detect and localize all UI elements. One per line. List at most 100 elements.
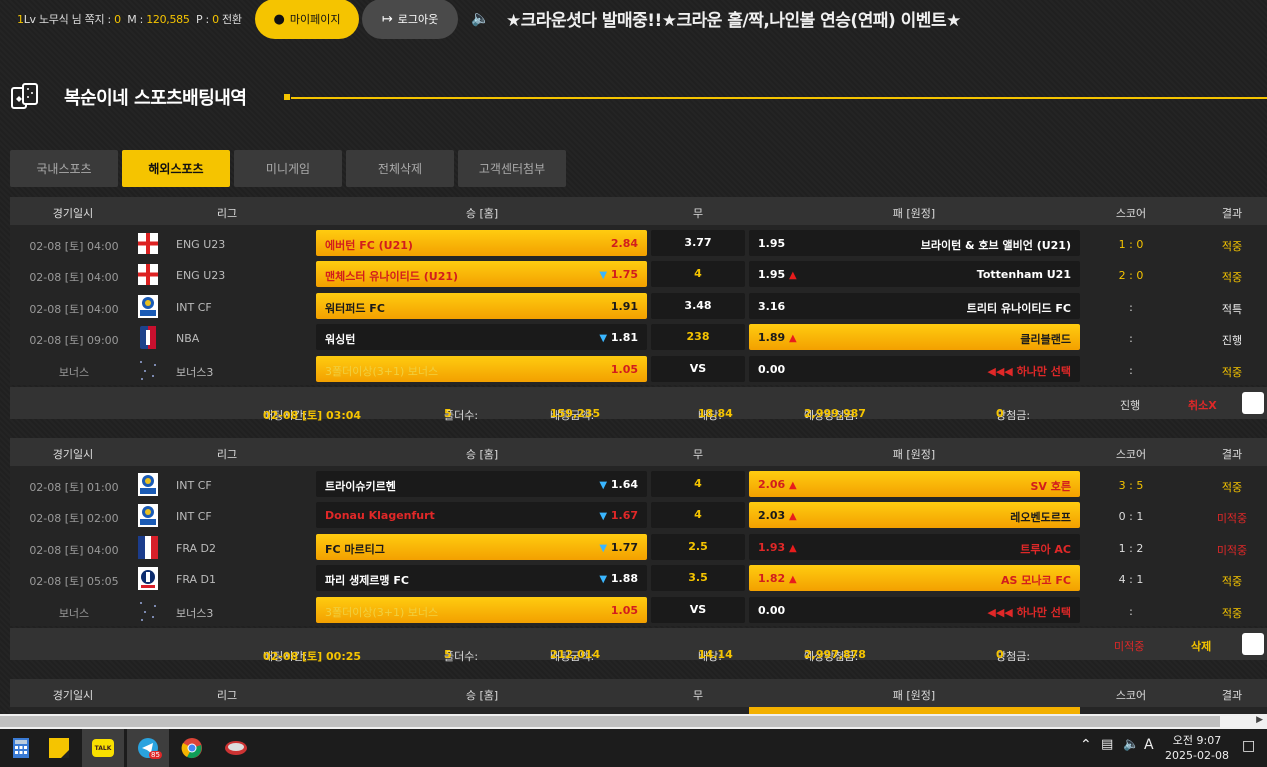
delete-all-button[interactable]: 전체삭제	[346, 150, 454, 187]
home-team: 맨체스터 유나이티드 (U21)	[325, 270, 459, 284]
league-name: INT CF	[176, 479, 212, 492]
away-odds-cell[interactable]: 1.95 ▲ Tottenham U21	[749, 261, 1080, 288]
header-draw: 무	[692, 207, 704, 220]
table-header: 경기일시 리그 승 [홈] 무 패 [원정] 스코어 결과	[10, 438, 1267, 466]
note-count[interactable]: 0	[114, 13, 121, 26]
away-odds-cell[interactable]: 2.06 ▲ SV 호른	[749, 471, 1080, 497]
header-score: 스코어	[1115, 689, 1147, 702]
ime-indicator[interactable]: A	[1144, 737, 1154, 753]
draw-odds-cell[interactable]: 2.5	[651, 533, 745, 560]
clock-time: 오전 9:07	[1172, 734, 1222, 747]
draw-odds-cell[interactable]: 4	[651, 261, 745, 288]
taskbar: TALK 85 ⌃ ▤ 🔈 A 오전 9:07 2025-02-08 □	[0, 729, 1267, 767]
bet-slip-2: 경기일시 리그 승 [홈] 무 패 [원정] 스코어 결과 02-08 [토] …	[10, 438, 1267, 663]
tab-overseas-sports[interactable]: 해외스포츠	[122, 150, 230, 187]
delete-button[interactable]: 삭제	[1191, 638, 1211, 654]
away-odds: 1.95	[758, 268, 786, 282]
tab-mini-game[interactable]: 미니게임	[234, 150, 342, 187]
draw-odds-cell[interactable]: 3.5	[651, 565, 745, 592]
away-odds-cell[interactable]: 3.16 트리티 유나이티드 FC	[749, 292, 1080, 319]
app-icon[interactable]	[215, 729, 257, 767]
home-team: 에버턴 FC (U21)	[325, 239, 413, 252]
table-header: 경기일시 리그 승 [홈] 무 패 [원정] 스코어 결과	[10, 679, 1267, 707]
bet-rows: 02-08 [토] 04:00 ENG U23 에버턴 FC (U21) 2.84…	[10, 225, 1267, 385]
draw-odds-cell[interactable]: 3.48	[651, 292, 745, 319]
title-marker	[284, 94, 290, 100]
table-row: 02-08 [토] 05:05 FRA D1 파리 생제르맹 FC ▼ 1.88 …	[10, 563, 1267, 594]
odds-up-icon: ▲	[788, 511, 797, 523]
home-odds-cell[interactable]: 3폴더이상(3+1) 보너스 1.05	[316, 596, 647, 623]
kakaotalk-icon[interactable]: TALK	[82, 729, 124, 767]
scroll-right-icon[interactable]: ▶	[1256, 715, 1263, 725]
header-away: 패 [원정]	[892, 448, 936, 461]
draw-odds-cell[interactable]: 3.77	[651, 230, 745, 256]
calculator-icon[interactable]	[0, 729, 42, 767]
away-odds-cell[interactable]: 1.95 브라이턴 & 호브 앨비언 (U21)	[749, 230, 1080, 256]
draw-odds-cell[interactable]: 4	[651, 471, 745, 497]
home-odds-cell[interactable]: Donau Klagenfurt ▼ 1.67	[316, 502, 647, 529]
convert-link[interactable]: 전환	[222, 13, 242, 26]
bet-time: 02-08 [토] 03:04	[263, 408, 362, 422]
away-odds: 0.00	[758, 362, 786, 376]
league-name: INT CF	[176, 300, 212, 314]
away-odds-cell[interactable]: 1.93 ▲ 트루아 AC	[749, 533, 1080, 560]
page-title-bar: 복순이네 스포츠배팅내역	[0, 78, 1267, 118]
network-icon[interactable]: ▤	[1101, 737, 1113, 752]
note-label: 쪽지 :	[84, 13, 112, 26]
home-odds-cell[interactable]: FC 마르티그 ▼ 1.77	[316, 533, 647, 560]
away-odds-cell[interactable]: 1.82 ▲ AS 모나코 FC	[749, 565, 1080, 592]
tab-domestic-sports[interactable]: 국내스포츠	[10, 150, 118, 187]
away-odds: 3.16	[758, 299, 786, 313]
away-odds: 1.89	[758, 331, 786, 345]
match-result: 적중	[1221, 481, 1243, 494]
clock[interactable]: 오전 9:07 2025-02-08	[1165, 733, 1229, 763]
tray-expand-icon[interactable]: ⌃	[1080, 737, 1092, 753]
horizontal-scrollbar[interactable]: ▶	[0, 714, 1267, 729]
bet-slip-3: 경기일시 리그 승 [홈] 무 패 [원정] 스코어 결과	[10, 679, 1267, 715]
home-odds: 1.77	[610, 540, 638, 554]
draw-odds-cell[interactable]: 238	[651, 324, 745, 351]
away-odds-cell[interactable]: 2.03 ▲ 레오벤도르프	[749, 502, 1080, 529]
table-row: 02-08 [토] 02:00 INT CF Donau Klagenfurt ▼…	[10, 500, 1267, 531]
header-score: 스코어	[1115, 448, 1147, 461]
point-value: 0	[212, 13, 219, 26]
odds-up-icon: ▲	[788, 480, 797, 491]
bet-amount: 212,014	[550, 647, 601, 661]
away-odds: 1.95	[758, 237, 786, 250]
bet-summary: 배팅시간: 02-08 [토] 00:25 폴더수: 5 배팅금액: 212,0…	[10, 627, 1267, 663]
home-odds-cell[interactable]: 워싱턴 ▼ 1.81	[316, 324, 647, 351]
home-odds-cell[interactable]: 3폴더이상(3+1) 보너스 1.05	[316, 355, 647, 382]
logout-button[interactable]: ↦ 로그아웃	[362, 0, 458, 39]
home-odds-cell[interactable]: 워터퍼드 FC 1.91	[316, 292, 647, 319]
away-odds-cell[interactable]: 1.89 ▲ 클리블랜드	[749, 324, 1080, 351]
select-checkbox[interactable]	[1242, 391, 1264, 414]
scrollbar-thumb[interactable]	[0, 716, 1220, 727]
telegram-badge: 85	[149, 751, 162, 759]
away-team: 레오벤도르프	[1010, 511, 1071, 525]
chrome-icon[interactable]	[171, 729, 213, 767]
match-date: 02-08 [토] 04:00	[29, 271, 119, 285]
notification-icon[interactable]: □	[1242, 738, 1255, 754]
sticky-notes-icon[interactable]	[38, 729, 80, 767]
home-odds-cell[interactable]: 파리 생제르맹 FC ▼ 1.88	[316, 565, 647, 592]
draw-odds-cell[interactable]: 4	[651, 502, 745, 529]
home-odds-cell[interactable]: 에버턴 FC (U21) 2.84	[316, 230, 647, 256]
league-name: FRA D1	[176, 573, 217, 587]
cancel-button[interactable]: 취소X	[1188, 397, 1217, 413]
match-result: 적중	[1221, 365, 1243, 379]
select-checkbox[interactable]	[1242, 632, 1264, 655]
home-odds-cell[interactable]: 맨체스터 유나이티드 (U21) ▼ 1.75	[316, 261, 647, 288]
volume-icon[interactable]: 🔈	[1123, 737, 1139, 752]
mypage-button[interactable]: ● 마이페이지	[255, 0, 359, 39]
odds-down-icon: ▼	[599, 511, 608, 523]
france-flag-icon	[138, 535, 158, 559]
england-flag-icon	[138, 233, 158, 254]
match-result: 미적중	[1216, 512, 1248, 526]
away-odds: 2.06	[758, 478, 786, 491]
attach-to-support-button[interactable]: 고객센터첨부	[458, 150, 566, 187]
page: 1Lv 노무식 님 쪽지 : 0 M : 120,585 P : 0 전환 ● 마…	[0, 0, 1267, 767]
home-odds-cell[interactable]: 트라이슈키르헨 ▼ 1.64	[316, 471, 647, 497]
header-score: 스코어	[1115, 207, 1147, 220]
telegram-icon[interactable]: 85	[127, 729, 169, 767]
table-header: 경기일시 리그 승 [홈] 무 패 [원정] 스코어 결과	[10, 197, 1267, 225]
